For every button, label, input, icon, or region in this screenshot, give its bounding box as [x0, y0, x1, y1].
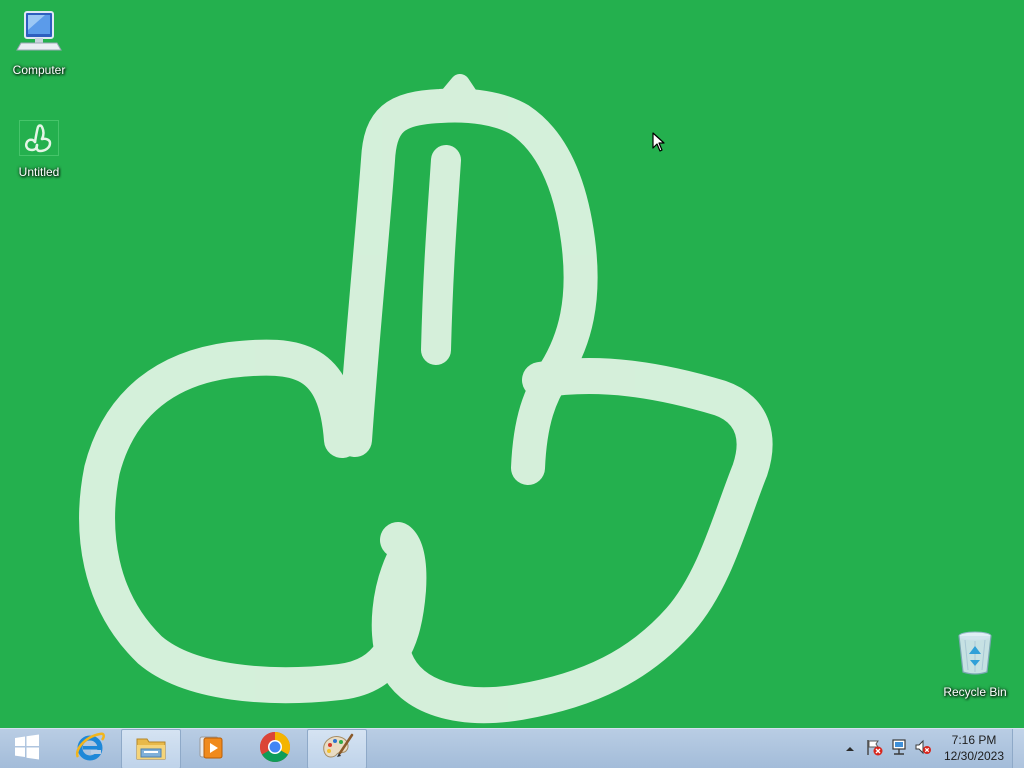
show-desktop-button[interactable] [1012, 729, 1024, 768]
start-button[interactable] [0, 729, 54, 768]
chrome-icon [259, 731, 291, 768]
desktop-icon-label: Computer [12, 63, 66, 77]
taskbar-internet-explorer-button[interactable] [60, 729, 120, 768]
action-center-flag-icon [865, 738, 883, 761]
tray-show-hidden-icons-button[interactable] [843, 729, 857, 768]
taskbar-chrome-button[interactable] [245, 729, 305, 768]
internet-explorer-icon [74, 731, 106, 768]
tray-action-center-button[interactable] [864, 729, 884, 768]
file-explorer-icon [135, 733, 167, 766]
paint-icon [320, 731, 354, 768]
recycle-bin-icon [938, 630, 1012, 681]
taskbar-paint-button[interactable] [307, 729, 367, 768]
show-hidden-icons-chevron-icon [845, 740, 855, 758]
paint-file-icon [2, 120, 76, 161]
desktop-icon-label: Recycle Bin [943, 685, 1007, 699]
clock-time: 7:16 PM [951, 733, 997, 747]
desktop-icon-recycle-bin[interactable]: Recycle Bin [938, 630, 1012, 699]
computer-icon [2, 8, 76, 59]
media-player-icon [197, 732, 227, 767]
taskbar-file-explorer-button[interactable] [121, 729, 181, 768]
windows-start-icon [14, 734, 40, 765]
taskbar-clock[interactable]: 7:16 PM 12/30/2023 [936, 732, 1012, 766]
tray-network-button[interactable] [889, 729, 909, 768]
desktop-icon-untitled[interactable]: Untitled [2, 120, 76, 179]
volume-muted-icon [914, 738, 932, 761]
tray-volume-button[interactable] [913, 729, 933, 768]
desktop-icon-label: Untitled [18, 165, 60, 179]
desktop-icon-computer[interactable]: Computer [2, 8, 76, 77]
network-icon [890, 738, 908, 761]
wallpaper-drawing [79, 74, 773, 724]
clock-date: 12/30/2023 [943, 749, 1005, 763]
taskbar: 7:16 PM 12/30/2023 [0, 728, 1024, 768]
mouse-cursor-icon [652, 132, 666, 157]
taskbar-media-player-button[interactable] [182, 729, 242, 768]
